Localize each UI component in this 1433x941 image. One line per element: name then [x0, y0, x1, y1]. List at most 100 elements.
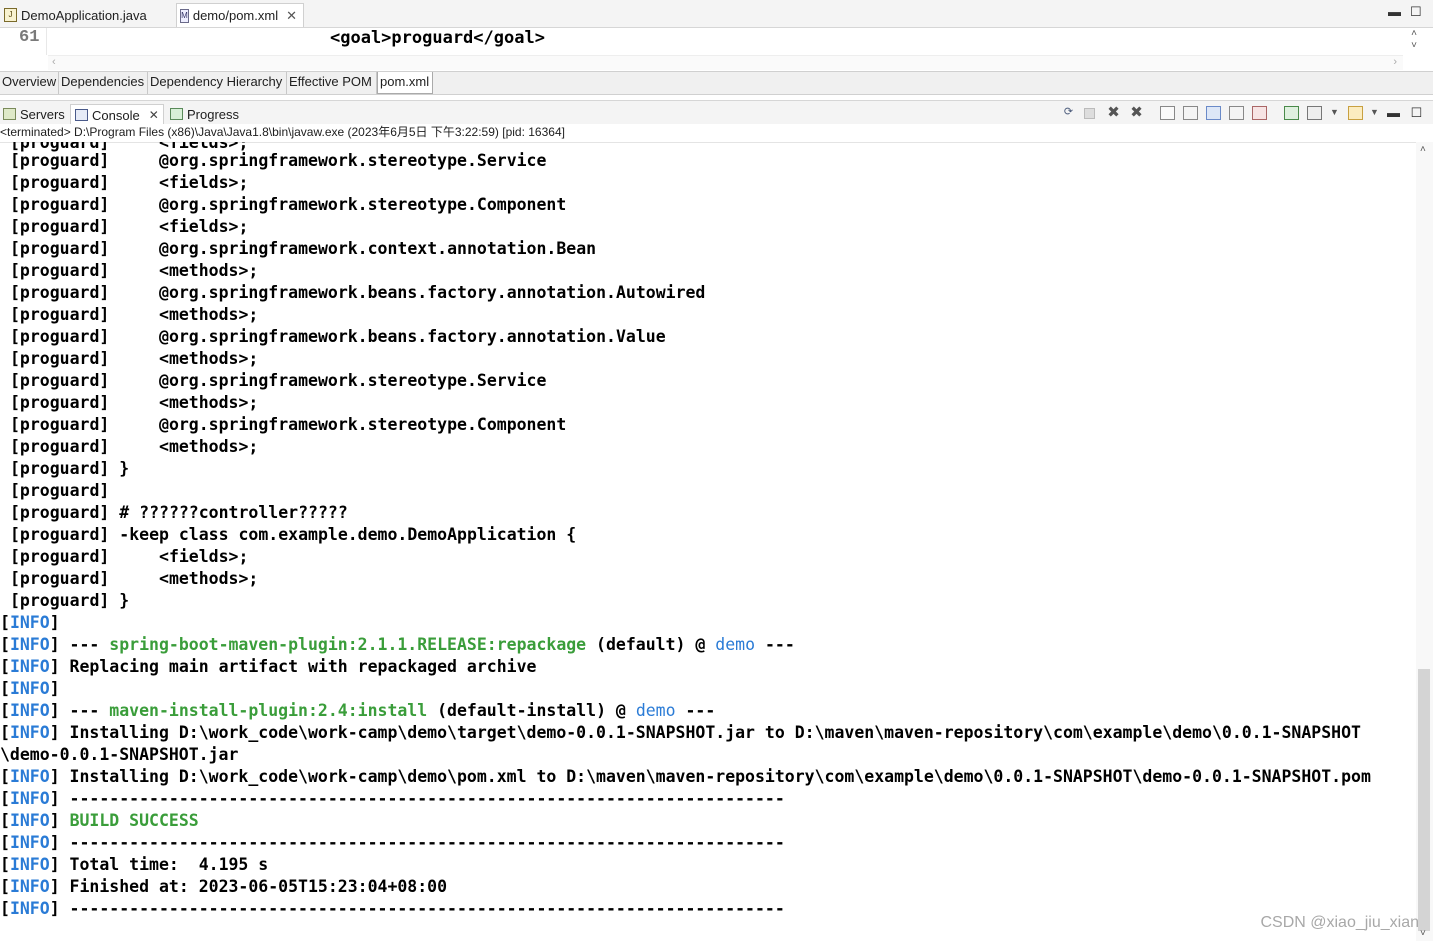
pom-editor-tabs: Overview Dependencies Dependency Hierarc… [0, 71, 1433, 95]
tab-pom-xml[interactable]: M demo/pom.xml ✕ [176, 3, 304, 27]
tab-console[interactable]: Console ✕ [70, 104, 164, 125]
console-line: [proguard] <methods>; [10, 261, 259, 280]
pin-console-icon[interactable] [1284, 106, 1299, 120]
info-text: Finished at: 2023-06-05T15:23:04+08:00 [59, 877, 448, 896]
console-icon [75, 109, 88, 121]
gutter-divider [46, 28, 47, 55]
scroll-down-icon[interactable]: ˅ [1420, 928, 1426, 939]
info-text[interactable]: demo [715, 635, 755, 654]
console-line: [proguard] @org.springframework.beans.fa… [10, 327, 666, 346]
scrollbar-thumb[interactable] [1418, 669, 1430, 931]
word-wrap-icon[interactable] [1206, 106, 1221, 120]
scroll-up-icon[interactable]: ˄ [1420, 144, 1426, 155]
java-file-icon: J [4, 8, 17, 22]
info-tag: INFO [9, 613, 50, 632]
info-text: ----------------------------------------… [59, 899, 785, 918]
console-info-line: \demo-0.0.1-SNAPSHOT.jar [0, 744, 238, 766]
code-line[interactable]: <goal>proguard</goal> [330, 28, 545, 48]
console-info-line: [INFO] Installing D:\work_code\work-camp… [0, 767, 1371, 786]
console-line: [proguard] <methods>; [10, 305, 259, 324]
info-text [60, 811, 70, 830]
editor-tab-bar: J DemoApplication.java M demo/pom.xml ✕ … [0, 0, 1433, 28]
open-console-icon[interactable] [1348, 106, 1363, 120]
info-text: spring-boot-maven-plugin:2.1.1.RELEASE:r… [109, 635, 587, 654]
console-line: [proguard] } [10, 591, 130, 610]
console-info-line: [INFO] BUILD SUCCESS [0, 811, 199, 830]
info-tag: INFO [9, 855, 50, 874]
console-line: [proguard] @org.springframework.context.… [10, 239, 597, 258]
console-line: [proguard] <methods>; [10, 437, 259, 456]
tab-demo-application[interactable]: J DemoApplication.java [4, 3, 147, 27]
tab-label: Console [92, 107, 140, 123]
console-status-line: <terminated> D:\Program Files (x86)\Java… [0, 124, 1433, 143]
tab-dependency-hierarchy[interactable]: Dependency Hierarchy [148, 72, 287, 94]
tab-dependencies[interactable]: Dependencies [59, 72, 148, 94]
info-text: (default) @ [586, 635, 716, 654]
maximize-icon[interactable]: ☐ [1409, 106, 1424, 120]
console-info-line: [INFO] ---------------------------------… [0, 833, 785, 852]
minimize-icon[interactable]: ▬ [1388, 4, 1401, 19]
tab-pom-xml-source[interactable]: pom.xml [377, 72, 433, 94]
scroll-left-icon[interactable]: ‹ [52, 56, 56, 68]
close-icon[interactable]: ✕ [149, 108, 159, 122]
info-text[interactable]: demo [636, 701, 676, 720]
editor-scroll-arrows-icon[interactable]: ˄ ˅ [1411, 28, 1417, 52]
console-info-line: [INFO] [0, 679, 60, 698]
info-text: ----------------------------------------… [59, 833, 785, 852]
console-info-line: [INFO] Finished at: 2023-06-05T15:23:04+… [0, 877, 448, 896]
minimize-icon[interactable]: ▬ [1386, 106, 1401, 120]
console-line: [proguard] @org.springframework.stereoty… [10, 371, 547, 390]
tab-overview[interactable]: Overview [0, 72, 59, 94]
display-console-dropdown-icon[interactable]: ▼ [1327, 106, 1342, 120]
console-info-line: [INFO] Installing D:\work_code\work-camp… [0, 723, 1361, 742]
remove-all-icon[interactable]: ✖ [1129, 105, 1144, 120]
pin-icon[interactable]: ⟳ [1061, 106, 1076, 120]
console-line: [proguard] @org.springframework.stereoty… [10, 415, 567, 434]
info-tag: INFO [9, 635, 50, 654]
close-icon[interactable]: ✕ [286, 8, 297, 24]
progress-icon [170, 108, 183, 120]
xml-editor[interactable]: 61 <goal>proguard</goal> ˄ ˅ [0, 28, 1433, 55]
info-text: (default-install) @ [427, 701, 636, 720]
clear-console-icon[interactable] [1160, 106, 1175, 120]
tab-progress[interactable]: Progress [170, 104, 239, 124]
console-line: [proguard] @org.springframework.beans.fa… [10, 283, 706, 302]
info-text: Total time: 4.195 s [59, 855, 269, 874]
show-on-output-icon[interactable] [1229, 106, 1244, 120]
scroll-right-icon[interactable]: › [1393, 56, 1397, 68]
scroll-lock-icon[interactable] [1183, 106, 1198, 120]
console-vertical-scrollbar[interactable]: ˄ ˅ [1416, 142, 1433, 941]
watermark: CSDN @xiao_jiu_xian [1260, 914, 1419, 931]
view-menu-icon[interactable]: ▼ [1367, 106, 1382, 120]
info-tag: INFO [9, 789, 50, 808]
console-info-line: [INFO] ---------------------------------… [0, 899, 785, 918]
info-tag: INFO [9, 723, 50, 742]
servers-icon [3, 108, 16, 120]
tab-servers[interactable]: Servers [3, 104, 65, 124]
line-number: 61 [19, 28, 40, 47]
terminate-icon[interactable] [1084, 108, 1095, 119]
maven-file-icon: M [180, 8, 189, 23]
display-console-icon[interactable] [1307, 106, 1322, 120]
console-line: [proguard] <fields>; [10, 173, 249, 192]
console-info-line: [INFO] --- spring-boot-maven-plugin:2.1.… [0, 635, 795, 654]
view-tab-bar: Servers Console ✕ Progress ⟳ ✖ ✖ ▼ ▼ ▬ ☐ [0, 100, 1433, 125]
console-line: [proguard] -keep class com.example.demo.… [10, 525, 577, 544]
info-tag: INFO [9, 899, 50, 918]
console-line: [proguard] @org.springframework.stereoty… [10, 151, 547, 170]
info-text: BUILD SUCCESS [69, 811, 199, 830]
info-tag: INFO [9, 877, 50, 896]
show-on-error-icon[interactable] [1252, 106, 1267, 120]
console-output[interactable]: [proguard] <fields>; [proguard] @org.spr… [0, 142, 1416, 941]
editor-horizontal-scrollbar[interactable]: ‹ › [48, 55, 1403, 70]
maximize-icon[interactable]: ☐ [1410, 4, 1422, 20]
info-tag: INFO [9, 701, 50, 720]
info-text: --- [59, 635, 110, 654]
info-text: Installing D:\work_code\work-camp\demo\t… [59, 723, 1361, 742]
remove-launch-icon[interactable]: ✖ [1106, 105, 1121, 120]
tab-effective-pom[interactable]: Effective POM [287, 72, 377, 94]
info-text: \demo-0.0.1-SNAPSHOT.jar [0, 745, 239, 764]
tab-label: Servers [20, 106, 65, 122]
info-tag: INFO [9, 833, 50, 852]
info-tag: INFO [9, 767, 50, 786]
